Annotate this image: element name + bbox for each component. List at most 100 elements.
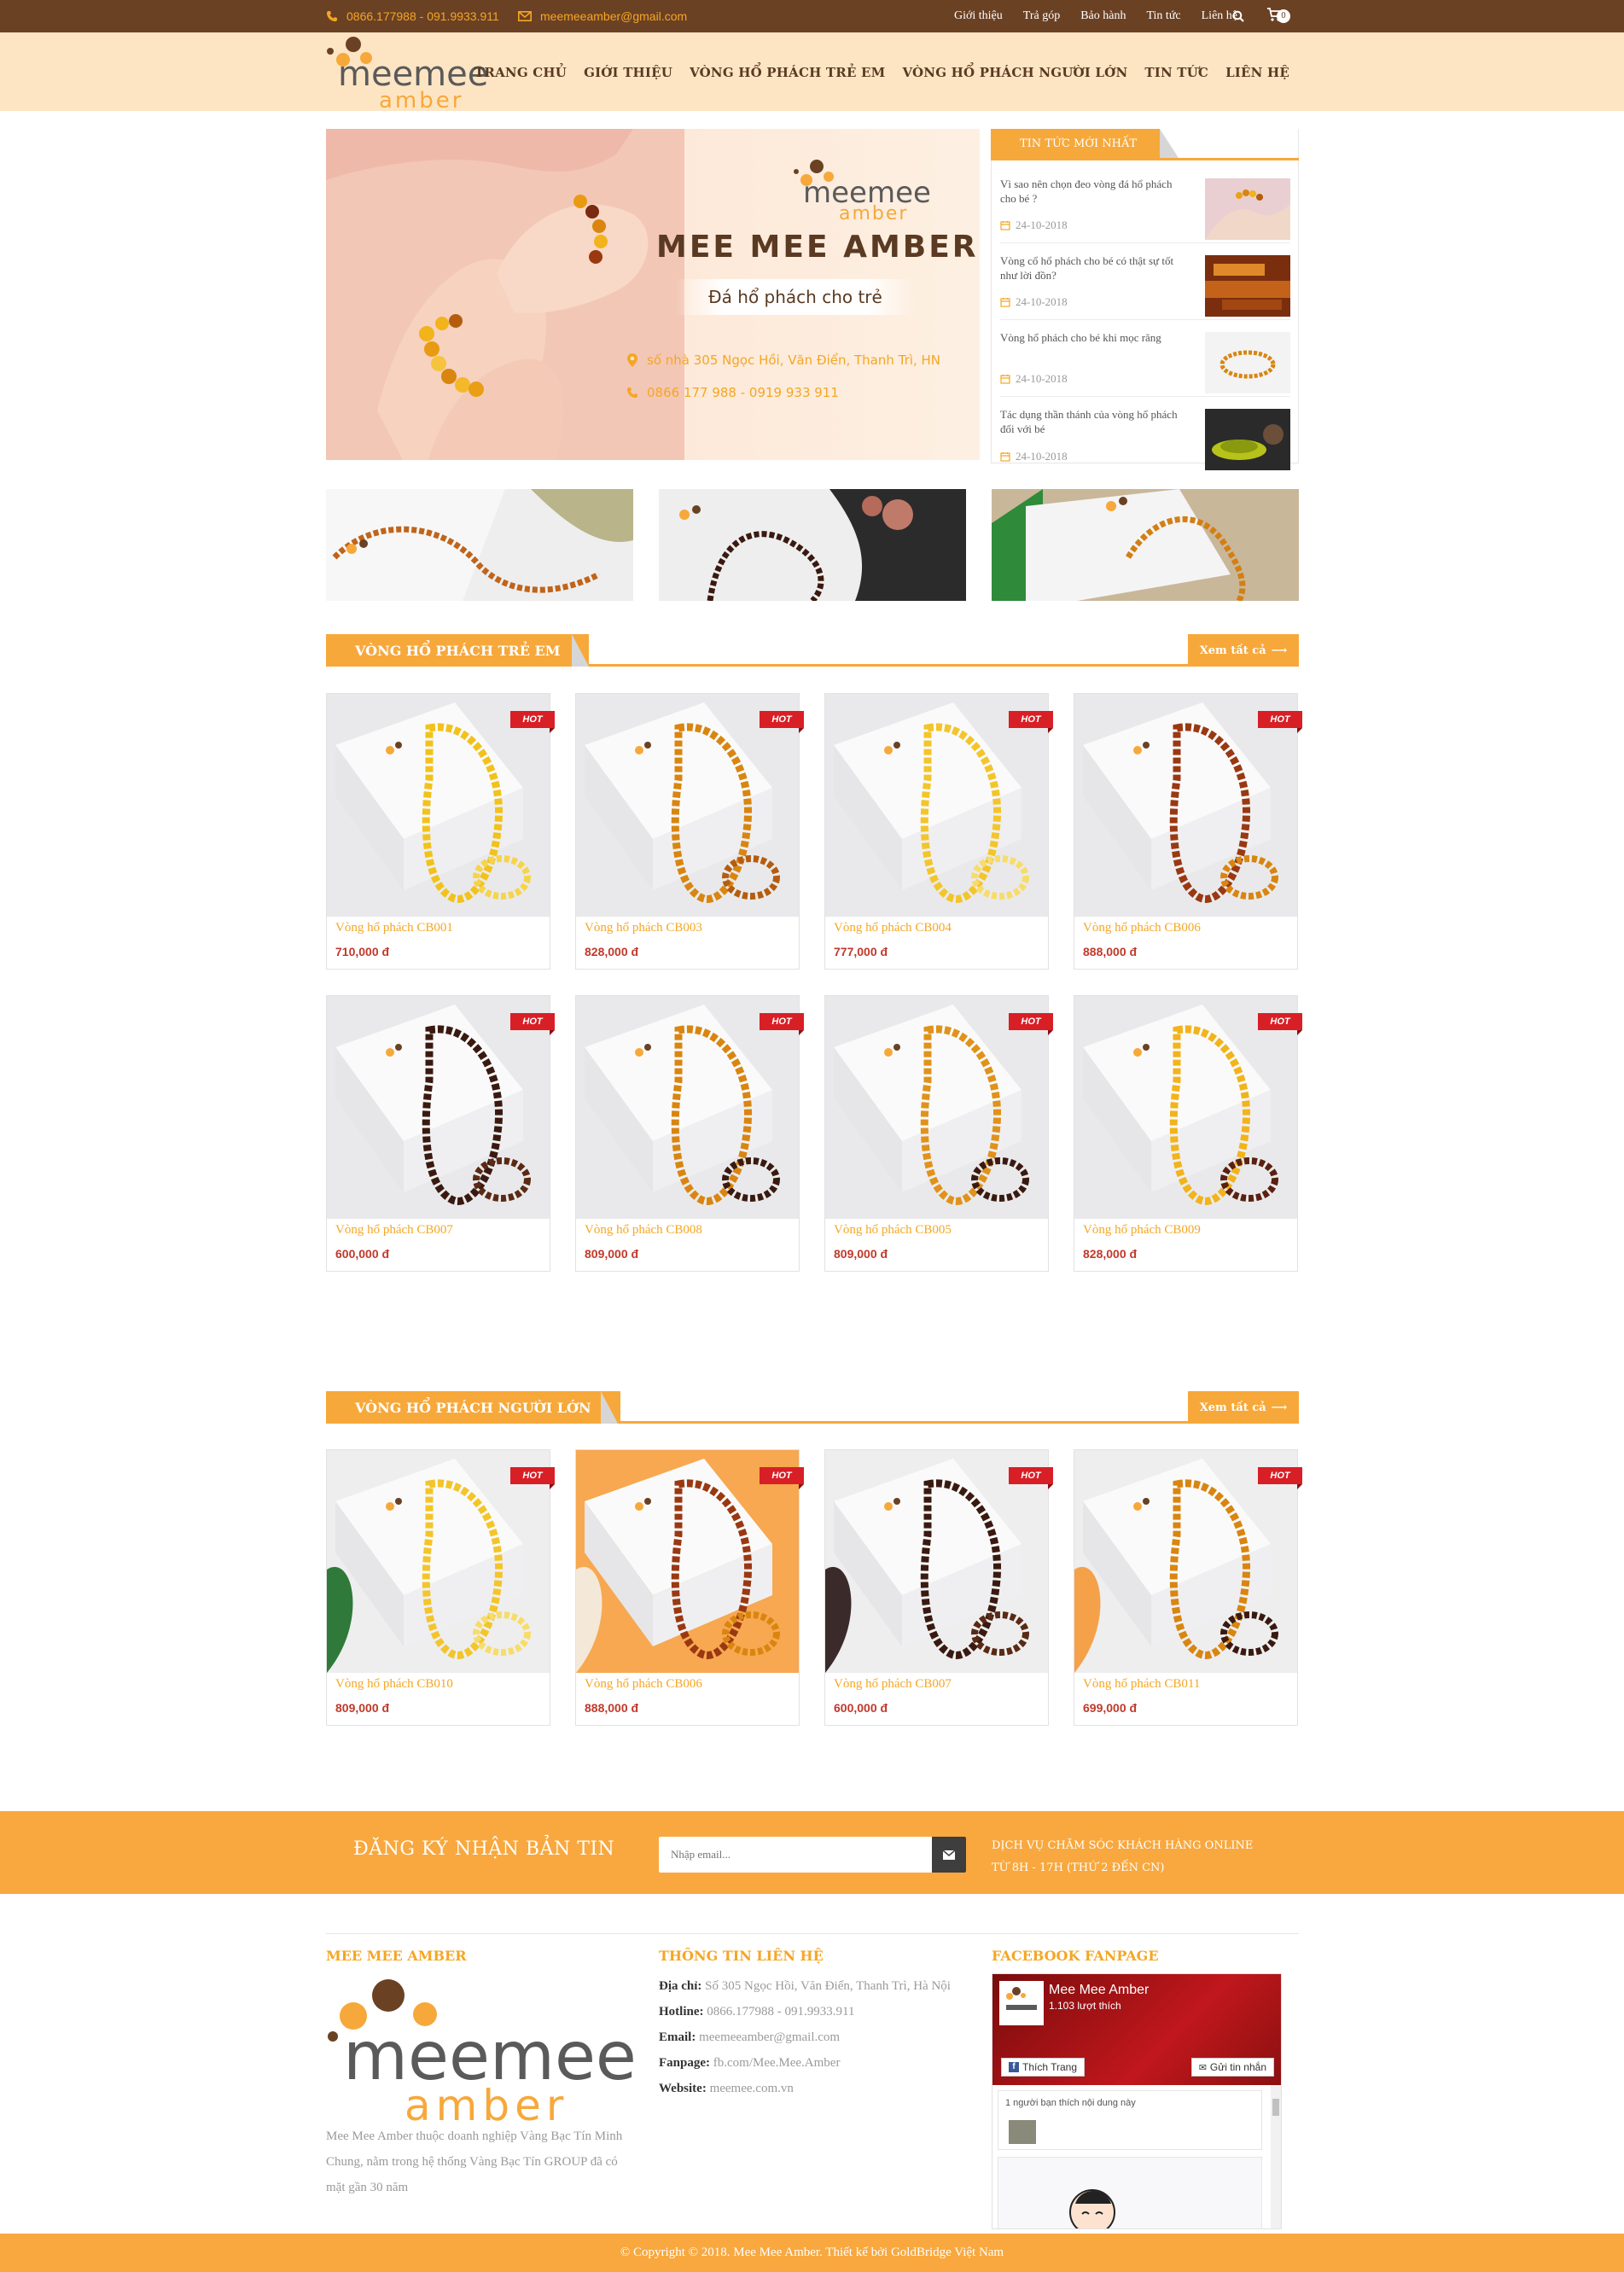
fb-send-message-button[interactable]: ✉ Gửi tin nhắn [1190, 2058, 1274, 2077]
banner-subtitle: Đá hổ phách cho trẻ [676, 279, 915, 315]
news-item[interactable]: Tác dụng thần thánh của vòng hổ phách đố… [1000, 397, 1290, 474]
logo-mark-icon: meemee amber [327, 37, 488, 114]
cart-button[interactable]: 0 [1266, 7, 1290, 24]
logo-text-amber: amber [379, 88, 463, 113]
product-name[interactable]: Vòng hổ phách CB009 [1083, 1223, 1201, 1238]
fb-scrollbar-thumb[interactable] [1272, 2099, 1279, 2116]
product-name[interactable]: Vòng hổ phách CB006 [1083, 921, 1201, 935]
fb-friend-text: 1 người bạn thích nội dung này [1005, 2098, 1136, 2108]
section-kids-title: VÒNG HỔ PHÁCH TRẺ EM [326, 634, 590, 667]
banner-phone: 0866 177 988 - 0919 933 911 [626, 385, 839, 400]
fb-like-count: 1.103 lượt thích [1049, 2000, 1121, 2012]
hot-badge: HOT [760, 1013, 804, 1035]
banner-logo-amber: amber [839, 203, 908, 223]
section-adult-title: VÒNG HỔ PHÁCH NGƯỜI LỚN [326, 1391, 620, 1424]
topbar-link-installment[interactable]: Trả góp [1023, 9, 1060, 23]
promo-photo [659, 489, 966, 601]
product-card[interactable]: HOT Vòng hổ phách CB001 710,000 đ [326, 693, 555, 970]
product-price: 600,000 đ [335, 1247, 390, 1261]
product-name[interactable]: Vòng hổ phách CB006 [585, 1677, 702, 1692]
search-icon[interactable] [1232, 10, 1244, 22]
fb-post-preview [998, 2157, 1262, 2228]
product-card[interactable]: HOT Vòng hổ phách CB004 777,000 đ [824, 693, 1053, 970]
product-name[interactable]: Vòng hổ phách CB003 [585, 921, 702, 935]
product-name[interactable]: Vòng hổ phách CB011 [1083, 1677, 1200, 1692]
kids-view-all-button[interactable]: Xem tất cả ⟶ [1188, 634, 1299, 667]
product-card[interactable]: HOT Vòng hổ phách CB003 828,000 đ [575, 693, 804, 970]
banner-address: số nhà 305 Ngọc Hồi, Văn Điển, Thanh Trì… [626, 352, 940, 368]
news-item-title[interactable]: Tác dụng thần thánh của vòng hổ phách đố… [1000, 407, 1188, 436]
arrow-right-icon: ⟶ [1271, 1401, 1288, 1414]
fb-page-avatar [999, 1981, 1044, 2025]
promo-photo [326, 489, 633, 601]
product-name[interactable]: Vòng hổ phách CB007 [335, 1223, 453, 1238]
product-card[interactable]: HOT Vòng hổ phách CB005 809,000 đ [824, 995, 1053, 1272]
news-thumbnail[interactable] [1205, 178, 1290, 240]
product-name[interactable]: Vòng hổ phách CB008 [585, 1223, 702, 1238]
facebook-page-widget[interactable]: Mee Mee Amber 1.103 lượt thích f Thích Tr… [992, 1973, 1282, 2229]
product-name[interactable]: Vòng hổ phách CB010 [335, 1677, 453, 1692]
banner-logo-icon: meemee amber [794, 160, 931, 223]
contact-email: Email: meemeeamber@gmail.com [659, 2030, 841, 2044]
news-item-date: 24-10-2018 [1000, 295, 1068, 309]
product-name[interactable]: Vòng hổ phách CB005 [834, 1223, 952, 1238]
fb-cover-image: Mee Mee Amber 1.103 lượt thích f Thích Tr… [992, 1974, 1281, 2085]
newsletter-email-input[interactable] [659, 1837, 966, 1873]
fb-like-page-button[interactable]: f Thích Trang [1001, 2058, 1086, 2077]
nav-kids-amber[interactable]: VÒNG HỔ PHÁCH TRẺ EM [690, 65, 885, 80]
product-card[interactable]: HOT Vòng hổ phách CB007 600,000 đ [326, 995, 555, 1272]
promo-image-1[interactable] [326, 489, 633, 601]
section-adult-header: VÒNG HỔ PHÁCH NGƯỜI LỚN Xem tất cả ⟶ [326, 1391, 1299, 1424]
nav-contact[interactable]: LIÊN HỆ [1225, 65, 1289, 80]
product-card[interactable]: HOT Vòng hổ phách CB006 888,000 đ [1074, 693, 1302, 970]
nav-adult-amber[interactable]: VÒNG HỔ PHÁCH NGƯỜI LỚN [902, 65, 1127, 80]
product-name[interactable]: Vòng hổ phách CB004 [834, 921, 952, 935]
baby-hands-image [326, 129, 684, 460]
site-logo[interactable]: meemee amber [326, 36, 498, 116]
news-item-title[interactable]: Vì sao nên chọn đeo vòng đá hổ phách cho… [1000, 177, 1188, 206]
product-card[interactable]: HOT Vòng hổ phách CB007 600,000 đ [824, 1449, 1053, 1726]
topbar-phone[interactable]: 0866.177988 - 091.9933.911 [326, 0, 499, 32]
topbar-link-warranty[interactable]: Bảo hành [1080, 9, 1126, 23]
product-card[interactable]: HOT Vòng hổ phách CB011 699,000 đ [1074, 1449, 1302, 1726]
product-card[interactable]: HOT Vòng hổ phách CB009 828,000 đ [1074, 995, 1302, 1272]
copyright-bar: © Copyright © 2018. Mee Mee Amber. Thiết… [0, 2234, 1624, 2272]
product-price: 888,000 đ [1083, 945, 1138, 958]
news-item[interactable]: Vòng hổ phách cho bé khi mọc răng 24-10-… [1000, 320, 1290, 397]
hot-badge: HOT [510, 1467, 555, 1489]
news-thumbnail[interactable] [1205, 332, 1290, 393]
newsletter-submit-button[interactable] [932, 1837, 966, 1873]
news-thumbnail[interactable] [1205, 409, 1290, 470]
product-card[interactable]: HOT Vòng hổ phách CB008 809,000 đ [575, 995, 804, 1272]
nav-news[interactable]: TIN TỨC [1144, 65, 1208, 80]
topbar-link-news[interactable]: Tin tức [1146, 9, 1180, 23]
nav-home[interactable]: TRANG CHỦ [474, 65, 567, 80]
product-name[interactable]: Vòng hổ phách CB001 [335, 921, 453, 935]
nav-about[interactable]: GIỚI THIỆU [584, 65, 672, 80]
news-item-title[interactable]: Vòng cổ hổ phách cho bé có thật sự tốt n… [1000, 253, 1188, 283]
news-thumbnail[interactable] [1205, 255, 1290, 317]
news-item-title[interactable]: Vòng hổ phách cho bé khi mọc răng [1000, 330, 1188, 345]
hot-badge: HOT [1258, 1013, 1302, 1035]
hero-banner[interactable]: meemee amber MEE MEE AMBER Đá hổ phách c… [326, 129, 980, 460]
calendar-icon [1000, 221, 1010, 230]
product-price: 828,000 đ [585, 945, 639, 958]
product-card[interactable]: HOT Vòng hổ phách CB006 888,000 đ [575, 1449, 804, 1726]
product-name[interactable]: Vòng hổ phách CB007 [834, 1677, 952, 1692]
topbar-link-about[interactable]: Giới thiệu [954, 9, 1003, 23]
top-bar: 0866.177988 - 091.9933.911 meemeeamber@g… [0, 0, 1624, 32]
promo-image-3[interactable] [992, 489, 1299, 601]
fb-page-name[interactable]: Mee Mee Amber [1049, 1983, 1149, 1998]
product-card[interactable]: HOT Vòng hổ phách CB010 809,000 đ [326, 1449, 555, 1726]
adult-view-all-button[interactable]: Xem tất cả ⟶ [1188, 1391, 1299, 1424]
fb-scrollbar[interactable] [1271, 2085, 1281, 2228]
hot-badge: HOT [760, 1467, 804, 1489]
location-pin-icon [627, 353, 637, 367]
news-item[interactable]: Vì sao nên chọn đeo vòng đá hổ phách cho… [1000, 166, 1290, 243]
promo-image-2[interactable] [659, 489, 966, 601]
banner-title: MEE MEE AMBER [656, 230, 979, 265]
topbar-email[interactable]: meemeeamber@gmail.com [518, 0, 687, 32]
newsletter-title: ĐĂNG KÝ NHẬN BẢN TIN [353, 1838, 615, 1860]
footer-logo[interactable]: meemee amber [326, 1978, 637, 2130]
news-item[interactable]: Vòng cổ hổ phách cho bé có thật sự tốt n… [1000, 243, 1290, 320]
